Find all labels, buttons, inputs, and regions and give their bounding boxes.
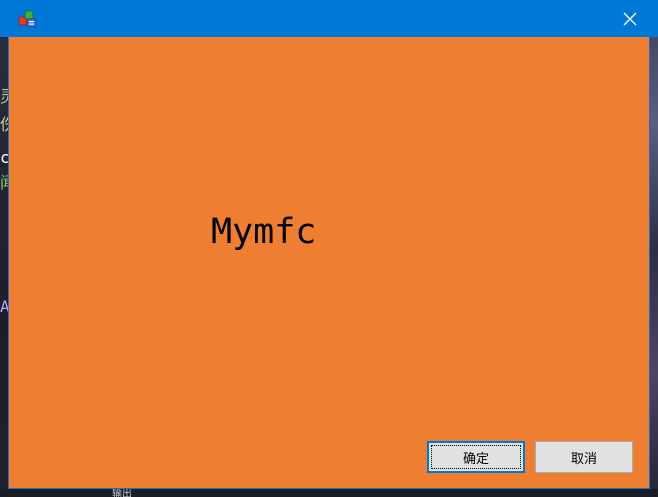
background-glyph: A: [0, 297, 9, 316]
title-bar[interactable]: [0, 0, 658, 37]
ok-button[interactable]: 确定: [427, 441, 525, 473]
dialog-client-area: Mymfc 确定 取消: [9, 37, 649, 488]
background-glyph: 伤: [0, 115, 9, 134]
close-button[interactable]: [612, 3, 648, 34]
mfc-app-icon: [18, 10, 37, 28]
background-taskbar: 输出: [0, 489, 658, 497]
dialog-window: Mymfc 确定 取消: [0, 0, 658, 488]
background-strip: [649, 0, 658, 497]
background-glyph: c: [0, 148, 9, 167]
cancel-button[interactable]: 取消: [535, 441, 633, 473]
static-text-label: Mymfc: [211, 212, 317, 252]
background-glyph: 闻: [0, 173, 9, 192]
background-glyph: 灵: [0, 87, 9, 106]
close-icon: [623, 12, 637, 25]
